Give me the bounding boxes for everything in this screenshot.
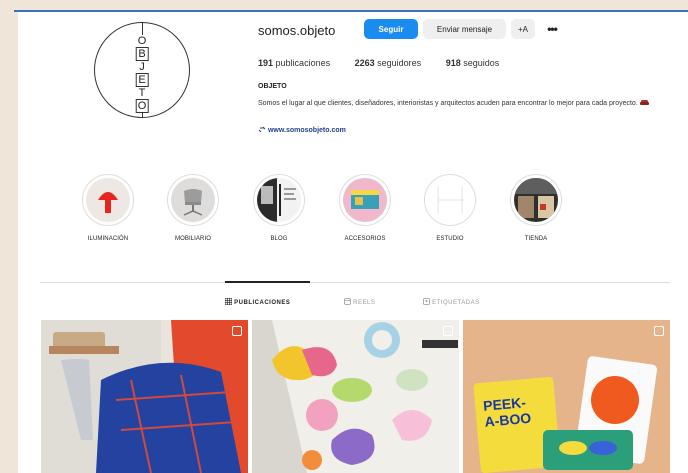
highlight-ring: [167, 174, 219, 226]
armchair-emoji-icon: [639, 100, 649, 105]
avatar-letter: J: [139, 61, 145, 73]
highlight-iluminacion[interactable]: ILUMINACIÓN: [76, 174, 140, 242]
multi-photo-icon: [443, 326, 453, 336]
follow-button[interactable]: Seguir: [364, 19, 418, 39]
avatar-letter: E: [135, 73, 149, 87]
highlight-label: ESTUDIO: [436, 236, 464, 242]
storefront-icon: [514, 178, 558, 222]
followers-stat[interactable]: 2263 seguidores: [355, 58, 422, 68]
active-tab-indicator: [225, 281, 310, 283]
profile-page: O B J E T O somos.objeto Seguir Enviar m…: [18, 12, 688, 473]
post-image-stickers: [252, 320, 459, 473]
avatar-logo: O B J E T O: [134, 35, 150, 113]
message-button[interactable]: Enviar mensaje: [423, 19, 506, 39]
highlight-accesorios[interactable]: ACCESORIOS: [333, 174, 397, 242]
add-user-button[interactable]: +A: [511, 19, 535, 39]
avatar-letter: B: [135, 47, 149, 61]
website-link[interactable]: www.somosobjeto.com: [258, 126, 346, 134]
profile-username: somos.objeto: [258, 23, 336, 38]
highlight-ring: [253, 174, 305, 226]
bio-name: OBJETO: [258, 83, 287, 90]
avatar-letter: O: [135, 99, 149, 113]
highlight-ring: [339, 174, 391, 226]
profile-avatar[interactable]: O B J E T O: [94, 22, 190, 118]
post-tile[interactable]: [41, 320, 248, 473]
highlight-blog[interactable]: BLOG: [247, 174, 311, 242]
grid-icon: [224, 297, 233, 306]
blog-collage-icon: [257, 178, 301, 222]
tabs-divider: [40, 282, 670, 283]
highlight-tienda[interactable]: TIENDA: [504, 174, 568, 242]
tab-reels[interactable]: REELS: [344, 298, 375, 306]
post-image-blanket: [41, 320, 248, 473]
post-image-cards: PEEK- A-BOO: [463, 320, 670, 473]
multi-photo-icon: [654, 326, 664, 336]
profile-stats: 191 publicaciones 2263 seguidores 918 se…: [258, 58, 521, 68]
studio-icon: [428, 178, 472, 222]
highlight-ring: [424, 174, 476, 226]
highlight-estudio[interactable]: ESTUDIO: [418, 174, 482, 242]
highlight-mobiliario[interactable]: MOBILIARIO: [161, 174, 225, 242]
more-options-button[interactable]: •••: [541, 19, 563, 39]
tab-publicaciones[interactable]: PUBLICACIONES: [224, 297, 290, 306]
highlight-label: ILUMINACIÓN: [87, 236, 129, 242]
tab-etiquetadas[interactable]: ETIQUETADAS: [423, 298, 480, 306]
multi-photo-icon: [232, 326, 242, 336]
posts-stat[interactable]: 191 publicaciones: [258, 58, 330, 68]
avatar-letter: O: [137, 35, 147, 47]
highlight-label: TIENDA: [524, 236, 548, 242]
highlight-ring: [510, 174, 562, 226]
add-user-icon: +A: [517, 24, 528, 34]
more-icon: •••: [547, 22, 558, 36]
colorful-box-icon: [343, 178, 387, 222]
link-icon: [258, 126, 266, 133]
following-stat[interactable]: 918 seguidos: [446, 58, 500, 68]
avatar-letter: T: [138, 87, 146, 99]
reels-icon: [344, 298, 351, 305]
office-chair-icon: [171, 178, 215, 222]
highlight-label: ACCESORIOS: [344, 236, 386, 242]
highlight-label: MOBILIARIO: [174, 236, 211, 242]
bio-text: Somos el lugar al que clientes, diseñado…: [258, 99, 663, 108]
highlight-label: BLOG: [270, 236, 288, 242]
red-lamp-icon: [86, 178, 130, 222]
highlight-ring: [82, 174, 134, 226]
post-tile[interactable]: PEEK- A-BOO: [463, 320, 670, 473]
tagged-icon: [423, 298, 430, 305]
post-tile[interactable]: [252, 320, 459, 473]
